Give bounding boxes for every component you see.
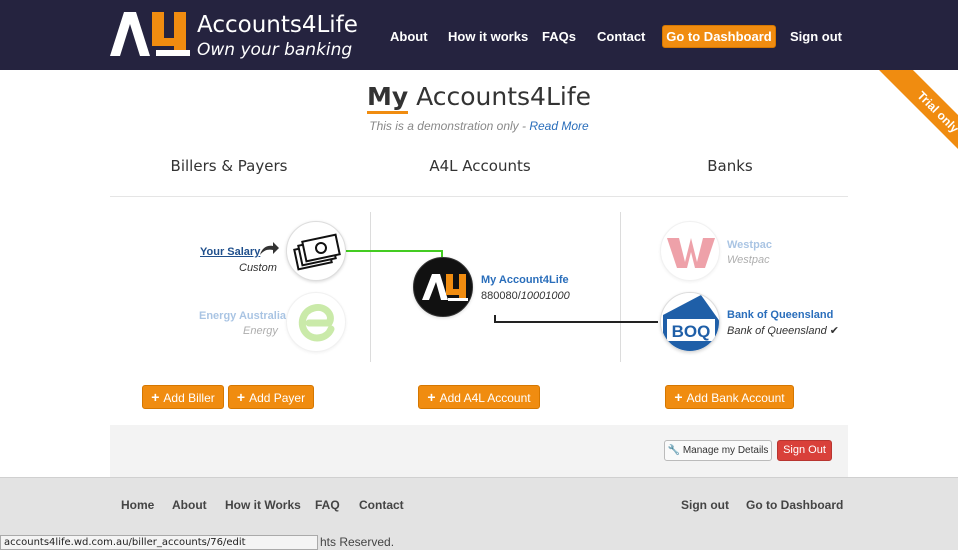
bank-boq-sub-text: Bank of Queensland <box>727 325 827 337</box>
sign-out-button[interactable]: Sign Out <box>777 440 832 461</box>
brand-tagline: Own your banking <box>197 40 353 60</box>
checkmark-icon: ✔ <box>829 325 839 337</box>
footer-nav-sign-out[interactable]: Sign out <box>681 498 729 512</box>
add-a4l-account-label: Add A4L Account <box>439 391 531 405</box>
accounts4life-logo[interactable] <box>110 12 190 56</box>
bank-boq-link[interactable]: Bank of Queensland <box>727 309 833 321</box>
footer-nav-contact[interactable]: Contact <box>359 498 404 512</box>
bank-boq-sub: Bank of Queensland ✔ <box>727 324 839 337</box>
wrench-icon: 🔧 <box>667 445 681 456</box>
footer-nav-home[interactable]: Home <box>121 498 154 512</box>
a4l-number: 10001000 <box>520 290 570 302</box>
biller-energy-australia-type: Energy <box>243 325 278 337</box>
salary-money-icon[interactable] <box>286 221 346 281</box>
plus-icon: + <box>427 389 436 405</box>
biller-your-salary-type: Custom <box>239 262 277 274</box>
plus-icon: + <box>236 389 246 405</box>
a4l-account-number: 880080/10001000 <box>481 290 570 302</box>
connection-lines <box>346 250 658 323</box>
column-billers-payers: Billers & Payers <box>170 157 288 175</box>
add-biller-button[interactable]: + Add Biller <box>142 385 224 409</box>
add-a4l-account-button[interactable]: + Add A4L Account <box>418 385 540 409</box>
bank-westpac-link[interactable]: Westpac <box>727 239 772 251</box>
nav-about[interactable]: About <box>390 29 428 44</box>
nav-faqs[interactable]: FAQs <box>542 29 576 44</box>
biller-energy-australia-link[interactable]: Energy Australia <box>199 310 286 322</box>
column-a4l-accounts: A4L Accounts <box>429 157 531 175</box>
a4l-bsb: 880080/ <box>481 290 521 302</box>
share-arrow-icon <box>260 242 279 255</box>
bank-westpac-sub: Westpac <box>727 254 770 266</box>
footer-nav-about[interactable]: About <box>172 498 207 512</box>
demo-note: This is a demonstration only - Read More <box>0 119 958 133</box>
energy-australia-logo-icon[interactable] <box>286 292 346 352</box>
browser-status-bar: accounts4life.wd.com.au/biller_accounts/… <box>0 535 318 550</box>
column-banks: Banks <box>707 157 753 175</box>
plus-icon: + <box>674 389 683 405</box>
title-my: My <box>366 82 409 114</box>
go-to-dashboard-button[interactable]: Go to Dashboard <box>662 25 776 48</box>
a4l-account-link[interactable]: My Account4Life <box>481 274 569 286</box>
brand-name: Accounts4Life <box>197 12 358 38</box>
manage-details-button[interactable]: 🔧 Manage my Details <box>664 440 772 461</box>
a4l-account-logo-icon[interactable] <box>413 257 473 317</box>
add-payer-button[interactable]: + Add Payer <box>228 385 314 409</box>
boq-logo-icon[interactable]: BOQ <box>660 292 720 352</box>
add-bank-account-label: Add Bank Account <box>686 391 785 405</box>
footer-nav-how-it-works[interactable]: How it Works <box>225 498 301 512</box>
demo-text: This is a demonstration only - <box>369 119 530 133</box>
copyright-text: hts Reserved. <box>320 535 395 549</box>
add-bank-account-button[interactable]: + Add Bank Account <box>665 385 794 409</box>
add-payer-label: Add Payer <box>249 391 306 405</box>
svg-text:BOQ: BOQ <box>672 322 711 341</box>
footer-nav-dashboard[interactable]: Go to Dashboard <box>746 498 843 512</box>
divider <box>110 196 848 197</box>
page-title: My Accounts4Life <box>0 82 958 114</box>
manage-details-label: Manage my Details <box>682 445 769 456</box>
biller-your-salary-link[interactable]: Your Salary <box>200 246 260 258</box>
nav-sign-out[interactable]: Sign out <box>790 29 842 44</box>
read-more-link[interactable]: Read More <box>529 119 588 133</box>
add-biller-label: Add Biller <box>163 391 215 405</box>
nav-how-it-works[interactable]: How it works <box>448 29 528 44</box>
westpac-logo-icon[interactable] <box>660 221 720 281</box>
footer-nav-faq[interactable]: FAQ <box>315 498 340 512</box>
nav-contact[interactable]: Contact <box>597 29 645 44</box>
plus-icon: + <box>151 389 160 405</box>
title-rest: Accounts4Life <box>416 82 592 111</box>
